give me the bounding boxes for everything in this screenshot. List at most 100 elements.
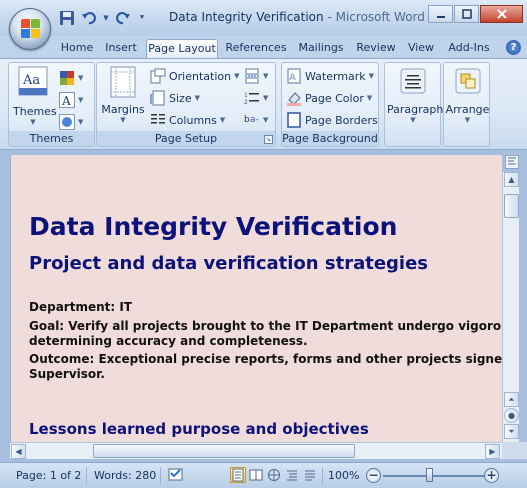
arrange-label: Arrange (445, 103, 490, 116)
help-icon[interactable]: ? (506, 40, 521, 55)
document-name: Data Integrity Verification (169, 10, 324, 24)
view-ruler-icon[interactable] (505, 155, 519, 169)
undo-dropdown-icon[interactable]: ▼ (102, 9, 110, 27)
close-button[interactable] (480, 5, 523, 23)
tab-page-layout[interactable]: Page Layout (146, 39, 218, 58)
hyphenation-button[interactable]: b a- ▼ (244, 110, 268, 130)
zoom-slider-thumb[interactable] (426, 468, 433, 482)
tab-view[interactable]: View (404, 39, 438, 58)
theme-fonts-button[interactable]: A ▼ (59, 90, 83, 110)
scroll-right-icon[interactable]: ▶ (485, 444, 500, 459)
previous-page-icon[interactable]: ⏶ (504, 392, 519, 407)
themes-dropdown-icon: ▼ (30, 118, 36, 126)
themes-label: Themes (13, 105, 57, 118)
next-page-icon[interactable]: ⏷ (504, 424, 519, 439)
arrange-button[interactable]: Arrange ▼ (445, 68, 490, 124)
maximize-icon (461, 9, 472, 19)
columns-button[interactable]: Columns ▼ (150, 110, 225, 130)
maximize-button[interactable] (454, 5, 479, 23)
page-count[interactable]: Page: 1 of 2 (16, 469, 81, 482)
status-divider (160, 467, 161, 484)
window-controls (427, 5, 523, 23)
full-screen-reading-view-icon[interactable] (248, 467, 264, 483)
paragraph-button[interactable]: Paragraph ▼ (387, 68, 443, 124)
size-label: Size (169, 91, 192, 105)
page-color-button[interactable]: Page Color ▼ (286, 88, 372, 108)
theme-colors-button[interactable]: ▼ (59, 68, 83, 88)
line-numbers-icon: 12 (244, 92, 259, 106)
breaks-icon (245, 68, 259, 84)
margins-button[interactable]: Margins ▼ (101, 66, 145, 124)
line-numbers-button[interactable]: 12 ▼ (244, 88, 268, 108)
horizontal-scrollbar[interactable]: ◀ ▶ (10, 442, 502, 459)
page-setup-group-label: Page Setup (97, 131, 275, 146)
svg-text:A: A (61, 94, 71, 108)
zoom-slider-track[interactable] (383, 475, 485, 477)
status-bar: Page: 1 of 2 Words: 280 100% − + (0, 462, 527, 488)
orientation-button[interactable]: Orientation ▼ (150, 66, 240, 86)
document-title: Data Integrity Verification (29, 212, 398, 241)
ribbon-tabs: Home Insert Page Layout References Maili… (0, 36, 527, 58)
page-setup-dialog-launcher-icon[interactable]: ↘ (264, 135, 273, 144)
breaks-button[interactable]: ▼ (244, 66, 268, 86)
customize-qat-icon[interactable]: ⯆ (136, 9, 148, 27)
arrange-icon (455, 68, 480, 94)
print-layout-view-icon[interactable] (230, 467, 246, 483)
application-name: Microsoft Word (335, 10, 425, 24)
page-color-icon (287, 92, 301, 106)
goal-line-2: determining accuracy and completeness. (29, 334, 308, 348)
zoom-level[interactable]: 100% (328, 469, 359, 482)
status-divider (322, 467, 323, 484)
close-icon (496, 9, 507, 19)
vertical-scrollbar[interactable]: ▲ ⏶ ● ⏷ (502, 172, 519, 442)
theme-effects-button[interactable]: ▼ (59, 112, 83, 132)
save-icon[interactable] (58, 9, 76, 27)
page-setup-group: Margins ▼ Orientation ▼ Size ▼ Columns ▼ ▼ … (96, 62, 276, 147)
tab-review[interactable]: Review (353, 39, 399, 58)
zoom-out-icon[interactable]: − (366, 468, 381, 483)
minimize-button[interactable] (428, 5, 453, 23)
tab-home[interactable]: Home (58, 39, 96, 58)
web-layout-view-icon[interactable] (266, 467, 282, 483)
orientation-icon (150, 68, 166, 84)
themes-group-label: Themes (9, 131, 94, 146)
watermark-button[interactable]: A Watermark ▼ (286, 66, 374, 86)
orientation-label: Orientation (169, 69, 232, 83)
goal-line-1: Goal: Verify all projects brought to the… (29, 319, 502, 333)
tab-mailings[interactable]: Mailings (294, 39, 348, 58)
tab-insert[interactable]: Insert (100, 39, 142, 58)
office-button[interactable] (9, 8, 51, 50)
page-color-label: Page Color (305, 91, 364, 105)
margins-icon (110, 66, 136, 98)
zoom-in-icon[interactable]: + (484, 468, 499, 483)
tab-add-ins[interactable]: Add-Ins (444, 39, 494, 58)
proofing-icon[interactable] (168, 467, 186, 483)
size-button[interactable]: Size ▼ (150, 88, 200, 108)
outline-view-icon[interactable] (284, 467, 300, 483)
svg-text:A: A (289, 73, 296, 83)
scroll-up-icon[interactable]: ▲ (504, 172, 519, 187)
margins-label: Margins (101, 103, 145, 116)
title-bar: ▼ ⯆ Data Integrity Verification - Micros… (0, 0, 527, 36)
page-borders-button[interactable]: Page Borders (286, 110, 378, 130)
themes-button[interactable]: Aa Themes ▼ (13, 66, 57, 126)
draft-view-icon[interactable] (302, 467, 318, 483)
tab-references[interactable]: References (223, 39, 289, 58)
themes-icon: Aa (18, 66, 48, 96)
document-page[interactable]: Data Integrity Verification Project and … (10, 155, 502, 442)
vertical-scroll-thumb[interactable] (504, 194, 519, 218)
columns-icon (151, 114, 165, 124)
document-area: Data Integrity Verification Project and … (0, 150, 527, 462)
select-browse-object-icon[interactable]: ● (504, 408, 519, 423)
columns-label: Columns (169, 113, 217, 127)
word-count[interactable]: Words: 280 (94, 469, 156, 482)
redo-icon[interactable] (114, 9, 132, 27)
watermark-label: Watermark (305, 69, 366, 83)
scroll-left-icon[interactable]: ◀ (11, 444, 26, 459)
undo-icon[interactable] (80, 9, 98, 27)
margins-dropdown-icon: ▼ (120, 116, 126, 124)
minimize-icon (436, 16, 445, 18)
title-separator: - (323, 10, 336, 24)
outcome-line-1: Outcome: Exceptional precise reports, fo… (29, 352, 502, 366)
horizontal-scroll-thumb[interactable] (93, 444, 355, 458)
